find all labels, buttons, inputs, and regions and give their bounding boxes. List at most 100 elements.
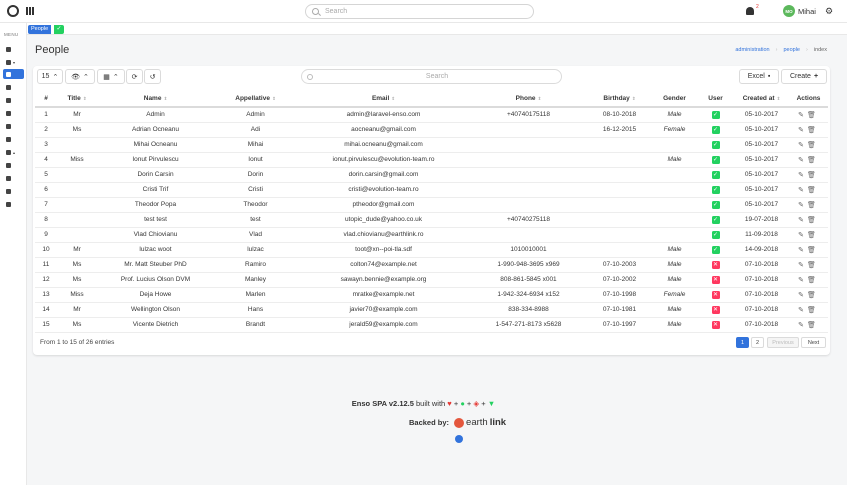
user-name[interactable]: Mihai xyxy=(798,7,816,16)
trash-icon[interactable]: 🗑 xyxy=(807,262,819,269)
columns-visibility-button[interactable]: 👁 ⌃ xyxy=(65,69,95,84)
edit-icon[interactable]: ✎ xyxy=(798,292,807,299)
column-header-title[interactable]: Title ⇕ xyxy=(57,91,97,108)
sort-icon[interactable]: ⇕ xyxy=(83,96,87,101)
menu-toggle-icon[interactable] xyxy=(26,7,34,15)
table-row[interactable]: 13 Miss Deja Howe Marlen mratke@example.net 1… xyxy=(35,287,828,303)
sidebar-item-system[interactable]: ▴ xyxy=(3,147,24,157)
column-header-birthday[interactable]: Birthday ⇕ xyxy=(587,91,652,108)
table-row[interactable]: 8 test test test utopic_dude@yahoo.co.uk +40… xyxy=(35,212,828,228)
table-row[interactable]: 4 Miss Ionut Pirvulescu Ionut ionut.pirvules… xyxy=(35,152,828,168)
column-header-number[interactable]: # xyxy=(35,91,57,108)
column-header-gender[interactable]: Gender xyxy=(652,91,697,108)
sidebar-item-video[interactable] xyxy=(3,186,24,196)
avatar[interactable]: MO xyxy=(783,5,795,17)
sidebar-item-teams[interactable] xyxy=(3,134,24,144)
column-header-name[interactable]: Name ⇕ xyxy=(97,91,214,108)
sidebar-item-folders[interactable] xyxy=(3,160,24,170)
sidebar-item-people[interactable] xyxy=(3,69,24,79)
per-page-select[interactable]: 15 ⌃ xyxy=(37,69,63,84)
edit-icon[interactable]: ✎ xyxy=(798,322,807,329)
table-row[interactable]: 3 Mihai Ocneanu Mihai mihai.ocneanu@gmail.c… xyxy=(35,137,828,153)
column-header-appellative[interactable]: Appellative ⇕ xyxy=(214,91,297,108)
trash-icon[interactable]: 🗑 xyxy=(807,187,819,194)
previous-button[interactable]: Previous xyxy=(767,337,799,348)
table-row[interactable]: 11 Ms Mr. Matt Steuber PhD Ramiro colton74@e… xyxy=(35,257,828,273)
edit-icon[interactable]: ✎ xyxy=(798,202,807,209)
check-icon[interactable]: ✓ xyxy=(54,25,64,34)
trash-icon[interactable]: 🗑 xyxy=(807,127,819,134)
edit-icon[interactable]: ✎ xyxy=(798,127,807,134)
sort-icon[interactable]: ⇕ xyxy=(163,96,167,101)
sidebar-item-companies[interactable] xyxy=(3,82,24,92)
breadcrumb-people[interactable]: people xyxy=(783,47,800,53)
trash-icon[interactable]: 🗑 xyxy=(807,322,819,329)
page-2-button[interactable]: 2 xyxy=(751,337,764,348)
edit-icon[interactable]: ✎ xyxy=(798,157,807,164)
edit-icon[interactable]: ✎ xyxy=(798,262,807,269)
table-search-input[interactable]: Search xyxy=(301,69,562,84)
edit-icon[interactable]: ✎ xyxy=(798,307,807,314)
edit-icon[interactable]: ✎ xyxy=(798,187,807,194)
column-header-email[interactable]: Email ⇕ xyxy=(297,91,470,108)
next-button[interactable]: Next xyxy=(801,337,826,348)
column-header-created-at[interactable]: Created at ⇕ xyxy=(734,91,789,108)
sort-icon[interactable]: ⇕ xyxy=(777,96,781,101)
table-style-button[interactable]: ▦ ⌃ xyxy=(97,69,125,84)
trash-icon[interactable]: 🗑 xyxy=(807,232,819,239)
trash-icon[interactable]: 🗑 xyxy=(807,157,819,164)
trash-icon[interactable]: 🗑 xyxy=(807,112,819,119)
edit-icon[interactable]: ✎ xyxy=(798,217,807,224)
bell-icon[interactable] xyxy=(746,7,754,15)
trash-icon[interactable]: 🗑 xyxy=(807,202,819,209)
sort-icon[interactable]: ⇕ xyxy=(538,96,542,101)
table-row[interactable]: 2 Ms Adrian Ocneanu Adi aocneanu@gmail.com 16… xyxy=(35,122,828,138)
trash-icon[interactable]: 🗑 xyxy=(807,172,819,179)
trash-icon[interactable]: 🗑 xyxy=(807,142,819,149)
trash-icon[interactable]: 🗑 xyxy=(807,277,819,284)
tab-people[interactable]: People xyxy=(28,25,52,34)
table-row[interactable]: 9 Vlad Chiovianu Vlad vlad.chiovianu@earthl… xyxy=(35,227,828,243)
column-header-user[interactable]: User xyxy=(697,91,734,108)
trash-icon[interactable]: 🗑 xyxy=(807,217,819,224)
page-1-button[interactable]: 1 xyxy=(736,337,749,348)
table-row[interactable]: 5 Dorin Carsin Dorin dorin.carsin@gmail.com… xyxy=(35,167,828,183)
column-header-actions[interactable]: Actions xyxy=(789,91,828,108)
breadcrumb-administration[interactable]: administration xyxy=(735,47,769,53)
sort-icon[interactable]: ⇕ xyxy=(632,96,636,101)
sidebar-item-users[interactable] xyxy=(3,95,24,105)
excel-export-button[interactable]: Excel ▪ xyxy=(739,69,779,84)
trash-icon[interactable]: 🗑 xyxy=(807,247,819,254)
edit-icon[interactable]: ✎ xyxy=(798,142,807,149)
sidebar-item-dashboard[interactable] xyxy=(3,44,24,54)
app-logo-icon[interactable] xyxy=(7,5,19,17)
reset-button[interactable]: ↺ xyxy=(144,69,161,84)
edit-icon[interactable]: ✎ xyxy=(798,247,807,254)
sidebar-item-roles[interactable] xyxy=(3,108,24,118)
table-row[interactable]: 15 Ms Vicente Dietrich Brandt jerald59@examp… xyxy=(35,317,828,333)
table-row[interactable]: 1 Mr Admin Admin admin@laravel-enso.com +4074… xyxy=(35,107,828,123)
earthlink-logo[interactable]: earth link xyxy=(454,417,506,428)
gear-icon[interactable]: ⚙ xyxy=(825,7,833,16)
edit-icon[interactable]: ✎ xyxy=(798,172,807,179)
create-button[interactable]: Create + xyxy=(781,69,827,84)
sidebar-item-tools[interactable] xyxy=(3,199,24,209)
table-row[interactable]: 6 Cristi Trif Cristi cristi@evolution-team.… xyxy=(35,182,828,198)
sort-icon[interactable]: ⇕ xyxy=(272,96,276,101)
github-icon[interactable] xyxy=(455,435,463,443)
sidebar-item-files[interactable] xyxy=(3,121,24,131)
table-row[interactable]: 7 Theodor Popa Theodor ptheodor@gmail.com ✓ 0… xyxy=(35,197,828,213)
edit-icon[interactable]: ✎ xyxy=(798,112,807,119)
trash-icon[interactable]: 🗑 xyxy=(807,307,819,314)
column-header-phone[interactable]: Phone ⇕ xyxy=(470,91,587,108)
table-row[interactable]: 14 Mr Wellington Olson Hans javier70@example… xyxy=(35,302,828,318)
reload-button[interactable]: ⟳ xyxy=(126,69,143,84)
table-row[interactable]: 12 Ms Prof. Lucius Olson DVM Manley sawayn.b… xyxy=(35,272,828,288)
sidebar-item-administration[interactable]: ▾ xyxy=(3,57,24,67)
sort-icon[interactable]: ⇕ xyxy=(391,96,395,101)
sidebar-item-cloud[interactable] xyxy=(3,173,24,183)
trash-icon[interactable]: 🗑 xyxy=(807,292,819,299)
global-search-input[interactable]: Search xyxy=(305,4,534,19)
table-row[interactable]: 10 Mr lulzac woot lulzac toot@xn--poi-tla.sd… xyxy=(35,242,828,258)
edit-icon[interactable]: ✎ xyxy=(798,232,807,239)
